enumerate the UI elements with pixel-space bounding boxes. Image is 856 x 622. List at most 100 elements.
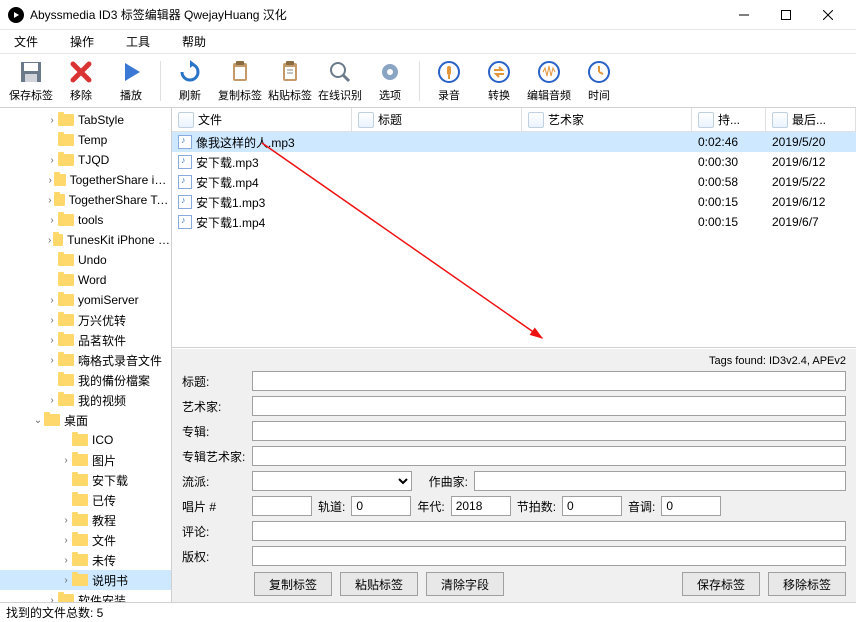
chevron-icon[interactable]: › <box>46 395 58 406</box>
tree-item[interactable]: ›教程 <box>0 510 171 530</box>
column-date[interactable]: 最后... <box>792 111 826 128</box>
play-button[interactable]: 播放 <box>106 56 156 106</box>
paste-tags-btn[interactable]: 粘贴标签 <box>340 572 418 596</box>
chevron-icon[interactable]: › <box>46 235 53 246</box>
menu-file[interactable]: 文件 <box>8 31 44 52</box>
close-button[interactable] <box>808 2 848 28</box>
maximize-button[interactable] <box>766 2 806 28</box>
menu-help[interactable]: 帮助 <box>176 31 212 52</box>
online-recognize-button[interactable]: 在线识别 <box>315 56 365 106</box>
tree-item[interactable]: › TJQD <box>0 150 171 170</box>
album-input[interactable] <box>252 421 846 441</box>
options-button[interactable]: 选项 <box>365 56 415 106</box>
menu-operate[interactable]: 操作 <box>64 31 100 52</box>
tree-item[interactable]: Temp <box>0 130 171 150</box>
tree-label: TJQD <box>78 153 109 167</box>
title-input[interactable] <box>252 371 846 391</box>
tree-label: Undo <box>78 253 107 267</box>
chevron-icon[interactable]: › <box>46 115 58 126</box>
folder-icon <box>44 414 60 426</box>
minimize-button[interactable] <box>724 2 764 28</box>
chevron-icon[interactable]: › <box>60 535 72 546</box>
tree-item[interactable]: 我的備份檔案 <box>0 370 171 390</box>
column-duration[interactable]: 持... <box>718 111 740 128</box>
tree-item[interactable]: 安下载 <box>0 470 171 490</box>
convert-button[interactable]: 转换 <box>474 56 524 106</box>
copyright-input[interactable] <box>252 546 846 566</box>
copy-tags-btn[interactable]: 复制标签 <box>254 572 332 596</box>
folder-icon <box>58 214 74 226</box>
genre-select[interactable] <box>252 471 412 491</box>
remove-button[interactable]: 移除 <box>56 56 106 106</box>
refresh-button[interactable]: 刷新 <box>165 56 215 106</box>
file-duration: 0:00:58 <box>692 175 766 189</box>
column-file[interactable]: 文件 <box>198 111 222 128</box>
save-tags-button[interactable]: 保存标签 <box>6 56 56 106</box>
chevron-icon[interactable]: › <box>46 295 58 306</box>
tree-item[interactable]: ›说明书 <box>0 570 171 590</box>
tree-item[interactable]: ›TabStyle <box>0 110 171 130</box>
file-list[interactable]: 文件 标题 艺术家 持... 最后... 像我这样的人.mp30:02:4620… <box>172 108 856 348</box>
menu-tools[interactable]: 工具 <box>120 31 156 52</box>
tree-item[interactable]: ›TogetherShare iCloud Data <box>0 170 171 190</box>
chevron-icon[interactable]: › <box>46 155 58 166</box>
time-button[interactable]: 时间 <box>574 56 624 106</box>
chevron-icon[interactable]: › <box>60 515 72 526</box>
chevron-icon[interactable]: › <box>46 315 58 326</box>
tree-item[interactable]: ICO <box>0 430 171 450</box>
chevron-icon[interactable]: › <box>46 595 58 603</box>
copy-tags-button[interactable]: 复制标签 <box>215 56 265 106</box>
tree-item[interactable]: › 品茗软件 <box>0 330 171 350</box>
tree-item[interactable]: ⌄桌面 <box>0 410 171 430</box>
composer-input[interactable] <box>474 471 846 491</box>
chevron-icon[interactable]: ⌄ <box>32 415 44 426</box>
file-row[interactable]: 安下载.mp40:00:582019/5/22 <box>172 172 856 192</box>
edit-audio-button[interactable]: 编辑音频 <box>524 56 574 106</box>
file-row[interactable]: 安下载.mp30:00:302019/6/12 <box>172 152 856 172</box>
tree-item[interactable]: ›我的视频 <box>0 390 171 410</box>
albumartist-input[interactable] <box>252 446 846 466</box>
tree-item[interactable]: ›嗨格式录音文件 <box>0 350 171 370</box>
chevron-icon[interactable]: › <box>60 555 72 566</box>
tree-item[interactable]: ›yomiServer <box>0 290 171 310</box>
chevron-icon[interactable]: › <box>46 335 58 346</box>
paste-tags-button[interactable]: 粘贴标签 <box>265 56 315 106</box>
remove-tags-btn[interactable]: 移除标签 <box>768 572 846 596</box>
tree-item[interactable]: Word <box>0 270 171 290</box>
chevron-icon[interactable]: › <box>46 215 58 226</box>
tree-item[interactable]: ›tools <box>0 210 171 230</box>
audio-file-icon <box>178 215 192 229</box>
label-year: 年代: <box>417 498 444 515</box>
save-tags-btn[interactable]: 保存标签 <box>682 572 760 596</box>
chevron-icon[interactable]: › <box>46 175 54 186</box>
comment-input[interactable] <box>252 521 846 541</box>
bpm-input[interactable] <box>562 496 622 516</box>
key-input[interactable] <box>661 496 721 516</box>
column-title[interactable]: 标题 <box>378 111 402 128</box>
file-row[interactable]: 像我这样的人.mp30:02:462019/5/20 <box>172 132 856 152</box>
tree-item[interactable]: 已传 <box>0 490 171 510</box>
track-input[interactable] <box>351 496 411 516</box>
tree-item[interactable]: ›未传 <box>0 550 171 570</box>
chevron-icon[interactable]: › <box>46 195 54 206</box>
tree-item[interactable]: Undo <box>0 250 171 270</box>
chevron-icon[interactable]: › <box>46 355 58 366</box>
year-input[interactable] <box>451 496 511 516</box>
disc-input[interactable] <box>252 496 312 516</box>
tree-item[interactable]: ›图片 <box>0 450 171 470</box>
file-row[interactable]: 安下载1.mp40:00:152019/6/7 <box>172 212 856 232</box>
record-button[interactable]: 录音 <box>424 56 474 106</box>
file-row[interactable]: 安下载1.mp30:00:152019/6/12 <box>172 192 856 212</box>
tree-item[interactable]: ›万兴优转 <box>0 310 171 330</box>
tree-item[interactable]: ›TogetherShare Temp Backup <box>0 190 171 210</box>
column-artist[interactable]: 艺术家 <box>548 111 584 128</box>
chevron-icon[interactable]: › <box>60 575 72 586</box>
artist-input[interactable] <box>252 396 846 416</box>
tree-item[interactable]: ›TunesKit iPhone Data Recovery <box>0 230 171 250</box>
chevron-icon[interactable]: › <box>60 455 72 466</box>
tree-item[interactable]: ›文件 <box>0 530 171 550</box>
tree-label: 品茗软件 <box>78 332 126 349</box>
clear-fields-btn[interactable]: 清除字段 <box>426 572 504 596</box>
tree-item[interactable]: ›软件安装 <box>0 590 171 602</box>
folder-tree[interactable]: ›TabStyleTemp › TJQD ›TogetherShare iCloud … <box>0 108 172 602</box>
